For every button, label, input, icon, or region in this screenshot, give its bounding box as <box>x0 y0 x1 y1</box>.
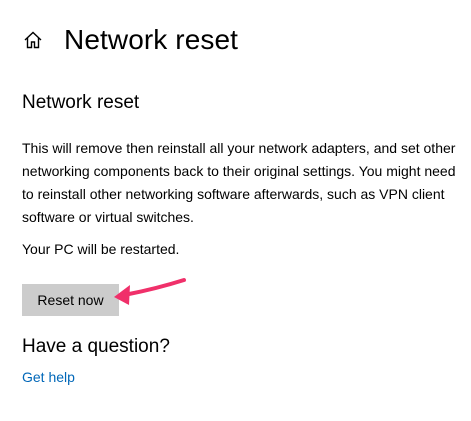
restart-note: Your PC will be restarted. <box>22 241 180 257</box>
get-help-link[interactable]: Get help <box>22 366 75 388</box>
home-icon[interactable] <box>22 29 44 51</box>
help-heading: Have a question? <box>22 336 170 357</box>
annotation-arrow-icon <box>114 278 186 305</box>
settings-page: Network reset Network reset This will re… <box>0 0 471 421</box>
reset-description: This will remove then reinstall all your… <box>22 140 456 225</box>
section-heading: Network reset <box>22 92 140 113</box>
page-title: Network reset <box>64 24 239 55</box>
reset-now-button[interactable]: Reset now <box>22 284 119 316</box>
header <box>22 22 44 58</box>
